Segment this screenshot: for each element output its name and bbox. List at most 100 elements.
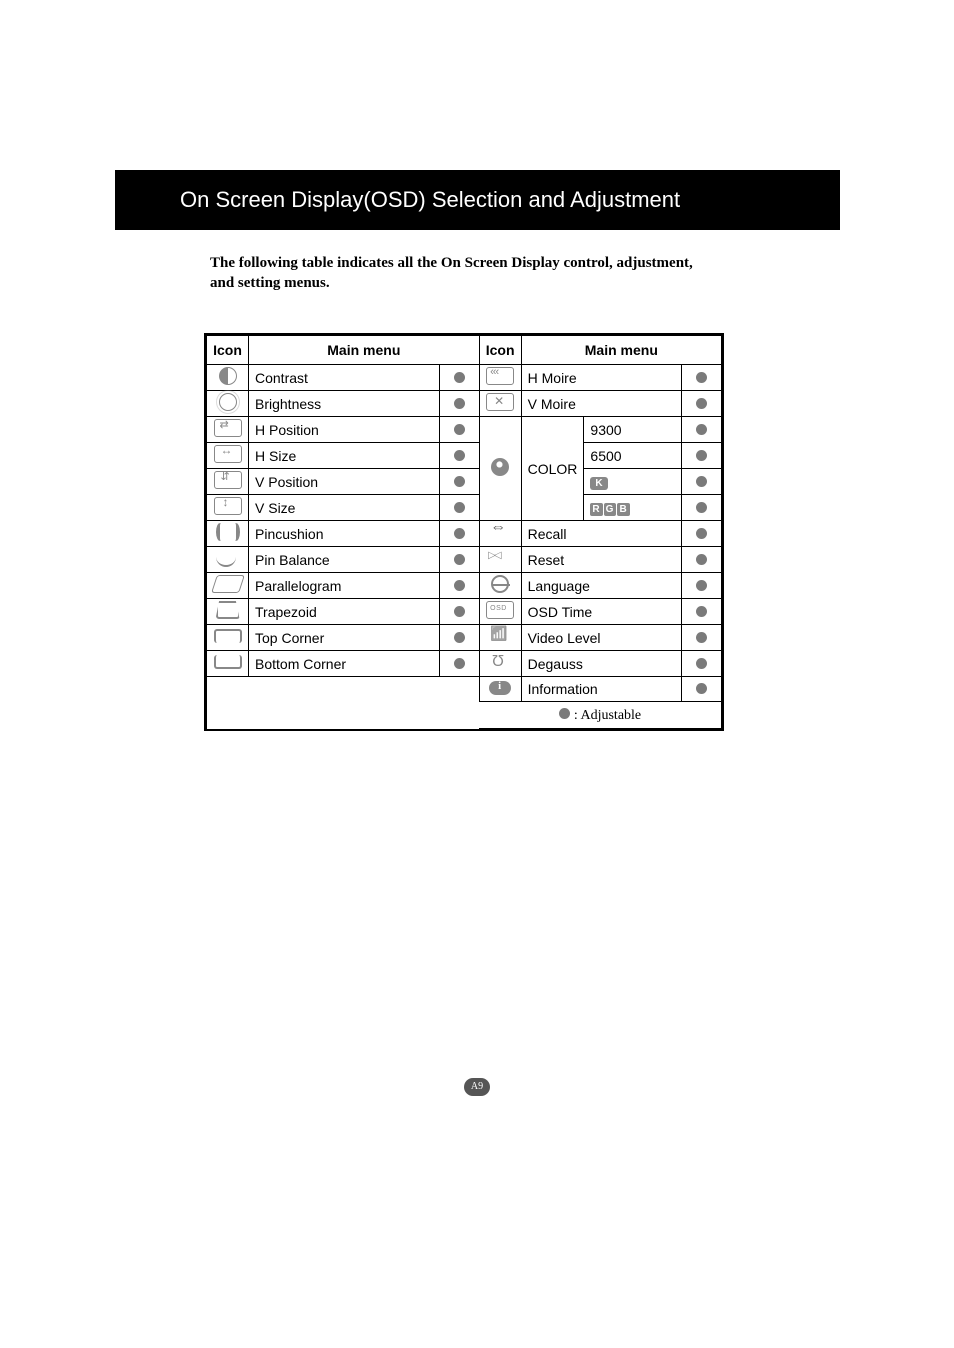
table-header-row: Icon Main menu Icon Main menu	[207, 336, 722, 365]
menu-label: Pin Balance	[249, 547, 440, 573]
topcorner-icon	[214, 629, 242, 643]
vposition-icon	[214, 471, 242, 489]
menu-label: Reset	[521, 547, 681, 573]
hmoire-icon	[486, 367, 514, 385]
table-row: V Size RGB	[207, 495, 722, 521]
table-row: Contrast H Moire	[207, 365, 722, 391]
language-icon	[491, 575, 509, 593]
adjustable-dot	[454, 476, 465, 487]
adjustable-dot	[696, 606, 707, 617]
adjustable-dot	[696, 683, 707, 694]
bottomcorner-icon	[214, 655, 242, 669]
adjustable-dot	[454, 528, 465, 539]
menu-label: Pincushion	[249, 521, 440, 547]
table-row: V Position K	[207, 469, 722, 495]
adjustable-dot	[696, 450, 707, 461]
adjustable-dot	[696, 424, 707, 435]
page-header: On Screen Display(OSD) Selection and Adj…	[115, 170, 840, 230]
table-row: Brightness V Moire	[207, 391, 722, 417]
adjustable-dot	[454, 372, 465, 383]
osd-table: Icon Main menu Icon Main menu Contrast H…	[206, 335, 722, 729]
brightness-icon	[219, 393, 237, 411]
table-row: Parallelogram Language	[207, 573, 722, 599]
parallelogram-icon	[211, 575, 245, 593]
color-option-k: K	[584, 469, 682, 495]
menu-label: OSD Time	[521, 599, 681, 625]
menu-label: Bottom Corner	[249, 651, 440, 677]
menu-label: V Moire	[521, 391, 681, 417]
table-row: H Position COLOR 9300	[207, 417, 722, 443]
adjustable-dot	[696, 528, 707, 539]
adjustable-dot	[454, 580, 465, 591]
menu-label: Contrast	[249, 365, 440, 391]
menu-label: Brightness	[249, 391, 440, 417]
menu-label: Video Level	[521, 625, 681, 651]
adjustable-dot	[454, 632, 465, 643]
adjustable-dot	[454, 424, 465, 435]
table-row: Pin Balance Reset	[207, 547, 722, 573]
pincushion-icon	[218, 523, 238, 541]
header-icon-right: Icon	[479, 336, 521, 365]
adjustable-dot	[696, 398, 707, 409]
adjustable-dot	[696, 476, 707, 487]
degauss-icon	[486, 653, 514, 671]
table-row: Bottom Corner Degauss	[207, 651, 722, 677]
vmoire-icon	[486, 393, 514, 411]
menu-label: Degauss	[521, 651, 681, 677]
adjustable-dot	[454, 398, 465, 409]
adjustable-dot	[696, 554, 707, 565]
menu-label: H Moire	[521, 365, 681, 391]
menu-label: Top Corner	[249, 625, 440, 651]
rgb-badge-icon: RGB	[590, 503, 630, 516]
k-badge-icon: K	[590, 477, 607, 490]
adjustable-dot	[454, 606, 465, 617]
osdtime-icon	[486, 601, 514, 619]
table-row: Information	[207, 677, 722, 702]
header-menu-right: Main menu	[521, 336, 721, 365]
table-row: Top Corner Video Level	[207, 625, 722, 651]
adjustable-dot	[696, 632, 707, 643]
adjustable-dot	[454, 658, 465, 669]
menu-label: Information	[521, 677, 681, 702]
color-option: 6500	[584, 443, 682, 469]
page-number: A9	[471, 1081, 483, 1092]
legend-text: : Adjustable	[574, 708, 641, 723]
menu-label: H Position	[249, 417, 440, 443]
color-option: 9300	[584, 417, 682, 443]
contrast-icon	[219, 367, 237, 385]
color-group-label: COLOR	[521, 417, 584, 521]
reset-icon	[486, 549, 514, 567]
menu-label: Recall	[521, 521, 681, 547]
page-number-badge: A9	[464, 1078, 490, 1096]
adjustable-dot	[454, 554, 465, 565]
page-header-title: On Screen Display(OSD) Selection and Adj…	[180, 187, 680, 213]
hposition-icon	[214, 419, 242, 437]
trapezoid-icon	[216, 601, 240, 619]
osd-table-container: Icon Main menu Icon Main menu Contrast H…	[204, 333, 724, 731]
vsize-icon	[214, 497, 242, 515]
color-icon	[491, 458, 509, 476]
intro-paragraph: The following table indicates all the On…	[210, 253, 720, 294]
videolevel-icon	[486, 627, 514, 645]
header-menu-left: Main menu	[249, 336, 480, 365]
adjustable-dot	[696, 658, 707, 669]
color-option-rgb: RGB	[584, 495, 682, 521]
table-row: Trapezoid OSD Time	[207, 599, 722, 625]
header-icon-left: Icon	[207, 336, 249, 365]
adjustable-dot	[696, 372, 707, 383]
adjustable-dot	[454, 502, 465, 513]
recall-icon	[490, 523, 510, 541]
pinbalance-icon	[214, 549, 242, 567]
adjustable-dot	[696, 580, 707, 591]
table-row: H Size 6500	[207, 443, 722, 469]
menu-label: Trapezoid	[249, 599, 440, 625]
menu-label: H Size	[249, 443, 440, 469]
adjustable-dot	[696, 502, 707, 513]
menu-label: V Size	[249, 495, 440, 521]
table-row: Pincushion Recall	[207, 521, 722, 547]
hsize-icon	[214, 445, 242, 463]
menu-label: V Position	[249, 469, 440, 495]
information-icon	[489, 681, 511, 695]
legend-dot-icon	[559, 708, 570, 719]
adjustable-dot	[454, 450, 465, 461]
